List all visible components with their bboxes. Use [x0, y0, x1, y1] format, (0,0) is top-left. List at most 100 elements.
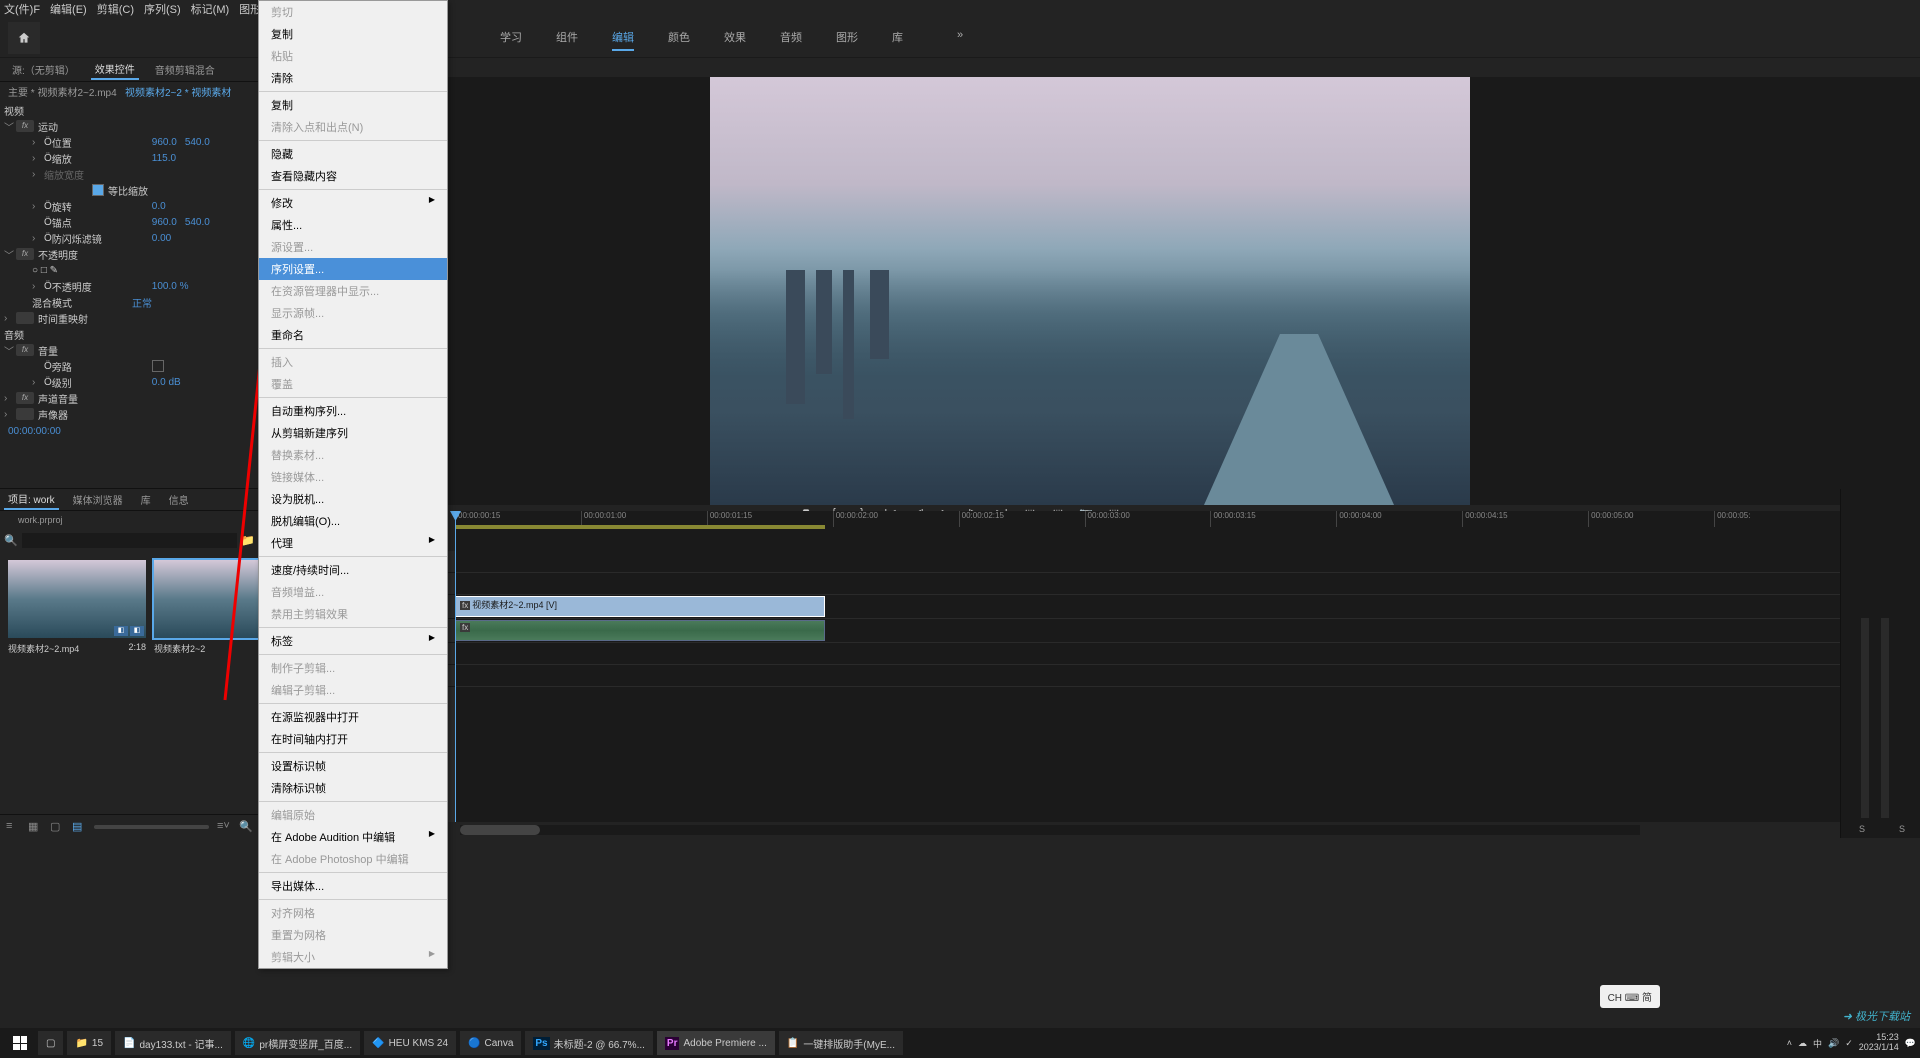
- ctx-set-poster-frame[interactable]: 设置标识帧: [259, 755, 447, 777]
- ctx-link-media[interactable]: 链接媒体...: [259, 466, 447, 488]
- playhead[interactable]: [455, 511, 456, 551]
- home-icon[interactable]: [8, 22, 40, 54]
- track-a2-lane[interactable]: [455, 643, 1840, 665]
- timeline-ruler[interactable]: 00:00:00:1500:00:01:0000:00:01:1500:00:0…: [455, 511, 1840, 551]
- ws-learn[interactable]: 学习: [500, 25, 522, 51]
- prop-scale[interactable]: ›Ö缩放115.0: [0, 150, 259, 166]
- ctx-view-hidden[interactable]: 查看隐藏内容: [259, 165, 447, 187]
- mask-tools[interactable]: ○ □ ✎: [0, 262, 259, 278]
- ws-color[interactable]: 颜色: [668, 25, 690, 51]
- ws-graphics[interactable]: 图形: [836, 25, 858, 51]
- ctx-make-subclip[interactable]: 制作子剪辑...: [259, 657, 447, 679]
- ctx-hide[interactable]: 隐藏: [259, 143, 447, 165]
- menu-edit[interactable]: 编辑(E): [50, 1, 87, 17]
- ctx-reveal-explorer[interactable]: 在资源管理器中显示...: [259, 280, 447, 302]
- ctx-new-seq-from-clip[interactable]: 从剪辑新建序列: [259, 422, 447, 444]
- ctx-copy2[interactable]: 复制: [259, 94, 447, 116]
- ctx-clear-poster-frame[interactable]: 清除标识帧: [259, 777, 447, 799]
- task-taskview[interactable]: ▢: [38, 1031, 63, 1055]
- fx-channel-vol[interactable]: ›fx声道音量: [0, 390, 259, 406]
- icon-view-icon[interactable]: ▦: [28, 820, 42, 834]
- tray-volume-icon[interactable]: 🔊: [1828, 1038, 1839, 1049]
- prop-rotation[interactable]: ›Ö旋转0.0: [0, 198, 259, 214]
- prop-blend-mode[interactable]: 混合模式正常: [0, 294, 259, 310]
- ws-effects[interactable]: 效果: [724, 25, 746, 51]
- ws-audio[interactable]: 音频: [780, 25, 802, 51]
- freeform-icon[interactable]: ▢: [50, 820, 64, 834]
- work-area-bar[interactable]: [455, 525, 825, 529]
- tray-ime[interactable]: 中: [1813, 1037, 1822, 1050]
- bins-area[interactable]: ◧◧ 视频素材2~2.mp42:18 视频素材2~2: [0, 552, 259, 814]
- tab-media-browser[interactable]: 媒体浏览器: [69, 490, 127, 509]
- ws-overflow-icon[interactable]: »: [957, 25, 963, 51]
- tab-audio-mixer[interactable]: 音频剪辑混合: [151, 60, 219, 79]
- fx-panner[interactable]: ›声像器: [0, 406, 259, 422]
- list-view-icon[interactable]: ≡: [6, 820, 20, 834]
- seq-link[interactable]: 视频素材2~2 * 视频素材: [125, 88, 231, 99]
- start-button[interactable]: [4, 1031, 36, 1055]
- bin-icon[interactable]: 📁: [241, 534, 255, 547]
- program-viewer[interactable]: [260, 77, 1920, 505]
- ctx-label[interactable]: 标签: [259, 630, 447, 652]
- ctx-disable-master-fx[interactable]: 禁用主剪辑效果: [259, 603, 447, 625]
- ctx-edit-photoshop[interactable]: 在 Adobe Photoshop 中编辑: [259, 848, 447, 870]
- video-clip[interactable]: fx视频素材2~2.mp4 [V]: [455, 596, 825, 617]
- ctx-reveal-source[interactable]: 显示源帧...: [259, 302, 447, 324]
- timeline-playhead-line[interactable]: [455, 551, 456, 822]
- ctx-reset-grid[interactable]: 重置为网格: [259, 924, 447, 946]
- ec-timecode[interactable]: 00:00:00:00: [0, 422, 259, 441]
- ws-library[interactable]: 库: [892, 25, 903, 51]
- track-v2-lane[interactable]: [455, 573, 1840, 595]
- ctx-clear[interactable]: 清除: [259, 67, 447, 89]
- ctx-clear-inout[interactable]: 清除入点和出点(N): [259, 116, 447, 138]
- fx-motion[interactable]: ﹀fx运动: [0, 118, 259, 134]
- ctx-open-timeline[interactable]: 在时间轴内打开: [259, 728, 447, 750]
- system-tray[interactable]: ˄ ☁ 中 🔊 ✓ 15:23 2023/1/14 💬: [1787, 1033, 1916, 1053]
- ctx-edit-original[interactable]: 编辑原始: [259, 804, 447, 826]
- task-premiere[interactable]: Pr Adobe Premiere ...: [657, 1031, 775, 1055]
- prop-position[interactable]: ›Ö位置960.0540.0: [0, 134, 259, 150]
- ctx-copy[interactable]: 复制: [259, 23, 447, 45]
- task-heu[interactable]: 🔷 HEU KMS 24: [364, 1031, 456, 1055]
- prop-antiflicker[interactable]: ›Ö防闪烁滤镜0.00: [0, 230, 259, 246]
- zoom-slider[interactable]: [94, 825, 209, 829]
- track-v1-lane[interactable]: fx视频素材2~2.mp4 [V]: [455, 595, 1840, 619]
- ctx-replace-footage[interactable]: 替换素材...: [259, 444, 447, 466]
- ctx-paste[interactable]: 粘贴: [259, 45, 447, 67]
- tray-notifications-icon[interactable]: 💬: [1905, 1038, 1916, 1049]
- menu-sequence[interactable]: 序列(S): [144, 1, 181, 17]
- ctx-auto-reframe[interactable]: 自动重构序列...: [259, 400, 447, 422]
- tray-clock[interactable]: 15:23 2023/1/14: [1859, 1033, 1899, 1053]
- tab-source-none[interactable]: 源:（无剪辑）: [8, 60, 79, 79]
- ws-assembly[interactable]: 组件: [556, 25, 578, 51]
- ctx-audio-gain[interactable]: 音频增益...: [259, 581, 447, 603]
- ctx-overwrite[interactable]: 覆盖: [259, 373, 447, 395]
- menu-markers[interactable]: 标记(M): [191, 1, 230, 17]
- ctx-edit-audition[interactable]: 在 Adobe Audition 中编辑: [259, 826, 447, 848]
- ws-editing[interactable]: 编辑: [612, 25, 634, 51]
- track-a3-lane[interactable]: [455, 665, 1840, 687]
- prop-anchor[interactable]: Ö锚点960.0540.0: [0, 214, 259, 230]
- task-helper[interactable]: 📋 一键排版助手(MyE...: [779, 1031, 903, 1055]
- fx-time-remap[interactable]: ›时间重映射: [0, 310, 259, 326]
- ctx-proxy[interactable]: 代理: [259, 532, 447, 554]
- bin-item-clip[interactable]: ◧◧ 视频素材2~2.mp42:18: [8, 560, 146, 806]
- track-v3-lane[interactable]: [455, 551, 1840, 573]
- ctx-speed-duration[interactable]: 速度/持续时间...: [259, 559, 447, 581]
- tracks-content[interactable]: fx视频素材2~2.mp4 [V] fx: [455, 551, 1840, 822]
- fx-opacity[interactable]: ﹀fx不透明度: [0, 246, 259, 262]
- checkbox-bypass[interactable]: [152, 360, 164, 372]
- ctx-make-offline[interactable]: 设为脱机...: [259, 488, 447, 510]
- sort-icon[interactable]: ▤: [72, 820, 86, 834]
- ctx-rename[interactable]: 重命名: [259, 324, 447, 346]
- tab-effect-controls[interactable]: 效果控件: [91, 59, 139, 80]
- ctx-properties[interactable]: 属性...: [259, 214, 447, 236]
- task-chrome[interactable]: 🌐 pr横屏变竖屏_百度...: [235, 1031, 360, 1055]
- ctx-open-source-monitor[interactable]: 在源监视器中打开: [259, 706, 447, 728]
- prop-level[interactable]: ›Ö级别0.0 dB: [0, 374, 259, 390]
- task-explorer[interactable]: 📁 15: [67, 1031, 111, 1055]
- tray-cloud-icon[interactable]: ☁: [1798, 1038, 1807, 1049]
- tab-library[interactable]: 库: [137, 490, 155, 509]
- checkbox-uniform-scale[interactable]: [92, 184, 104, 196]
- tab-project[interactable]: 项目: work: [4, 489, 59, 510]
